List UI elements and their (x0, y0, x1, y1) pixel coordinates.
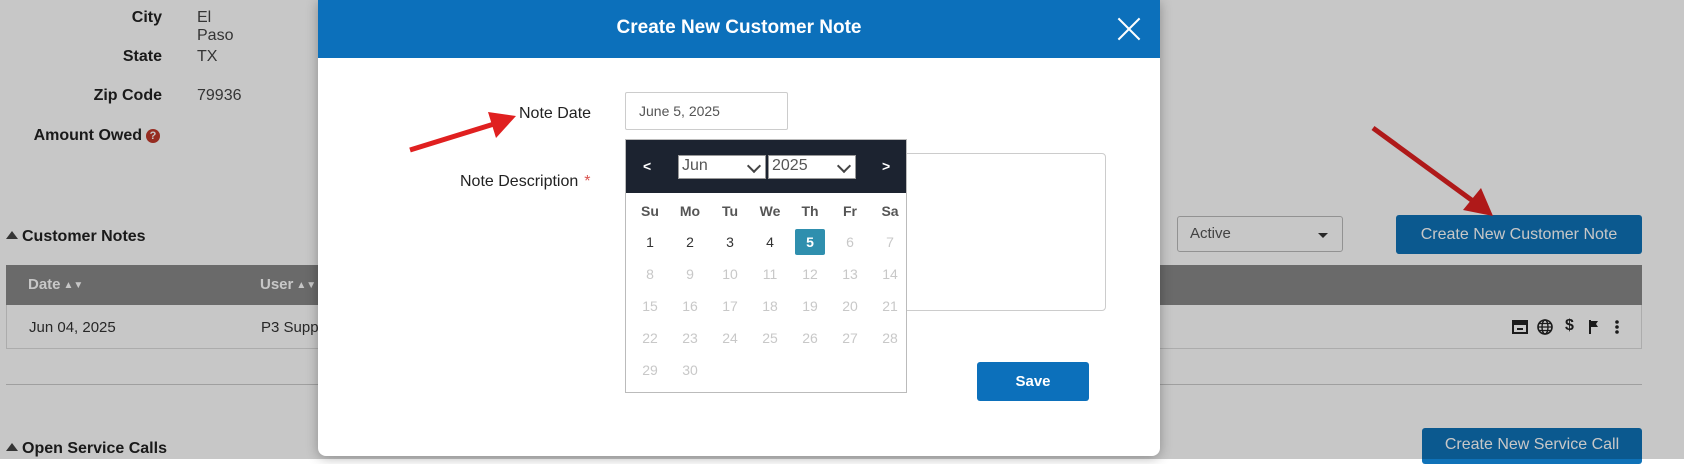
calendar-day: 30 (682, 362, 698, 378)
calendar-day[interactable]: 2 (675, 229, 705, 255)
datepicker-header: < Jun 2025 > (626, 140, 906, 193)
selected-day[interactable]: 5 (795, 229, 825, 255)
chevron-down-icon (836, 158, 852, 174)
weekday-label: Fr (843, 203, 857, 219)
calendar-day: 15 (642, 298, 658, 314)
close-icon[interactable] (1116, 16, 1142, 42)
calendar-day: 26 (802, 330, 818, 346)
chevron-down-icon (746, 158, 762, 174)
calendar-day[interactable]: 3 (715, 229, 745, 255)
weekday-label: Tu (721, 203, 739, 219)
create-note-modal: Create New Customer Note Note Date June … (318, 0, 1160, 456)
prev-month-button[interactable]: < (643, 158, 651, 174)
weekday-label: Su (641, 203, 659, 219)
calendar-day[interactable]: 1 (635, 229, 665, 255)
calendar-day: 6 (846, 234, 854, 250)
calendar-day[interactable]: 4 (755, 229, 785, 255)
modal-header: Create New Customer Note (318, 0, 1160, 58)
datepicker: < Jun 2025 > Su Mo Tu We Th Fr Sa 1 2 3 4 5 6 7 8 9 10 1… (625, 139, 907, 393)
calendar-day: 12 (802, 266, 818, 282)
calendar-day: 13 (842, 266, 858, 282)
note-date-input[interactable]: June 5, 2025 (625, 92, 788, 130)
next-month-button[interactable]: > (882, 158, 890, 174)
note-date-label: Note Date (519, 105, 592, 122)
weekday-label: Th (801, 203, 819, 219)
weekday-label: Mo (679, 203, 701, 219)
modal-title: Create New Customer Note (616, 17, 862, 38)
calendar-day: 10 (722, 266, 738, 282)
calendar-day: 23 (682, 330, 698, 346)
weekday-label: We (759, 203, 781, 219)
calendar-day: 24 (722, 330, 738, 346)
calendar-day: 7 (886, 234, 894, 250)
calendar-day: 8 (646, 266, 654, 282)
required-asterisk: * (584, 173, 591, 190)
note-description-label: Note Description * (460, 173, 591, 190)
year-select[interactable]: 2025 (768, 155, 856, 179)
calendar-day: 25 (762, 330, 778, 346)
month-select[interactable]: Jun (678, 155, 766, 179)
calendar-day: 20 (842, 298, 858, 314)
calendar-day: 29 (642, 362, 658, 378)
calendar-day: 14 (882, 266, 898, 282)
calendar-day: 22 (642, 330, 658, 346)
calendar-day: 17 (722, 298, 738, 314)
calendar-day: 19 (802, 298, 818, 314)
annotation-arrow-icon (409, 112, 516, 153)
save-button[interactable]: Save (977, 362, 1089, 401)
calendar-day: 18 (762, 298, 778, 314)
weekday-label: Sa (881, 203, 899, 219)
calendar-day: 11 (762, 266, 778, 282)
calendar-day: 16 (682, 298, 698, 314)
calendar-day: 28 (882, 330, 898, 346)
calendar-day: 21 (882, 298, 898, 314)
calendar-day: 9 (686, 266, 694, 282)
calendar-day: 27 (842, 330, 858, 346)
